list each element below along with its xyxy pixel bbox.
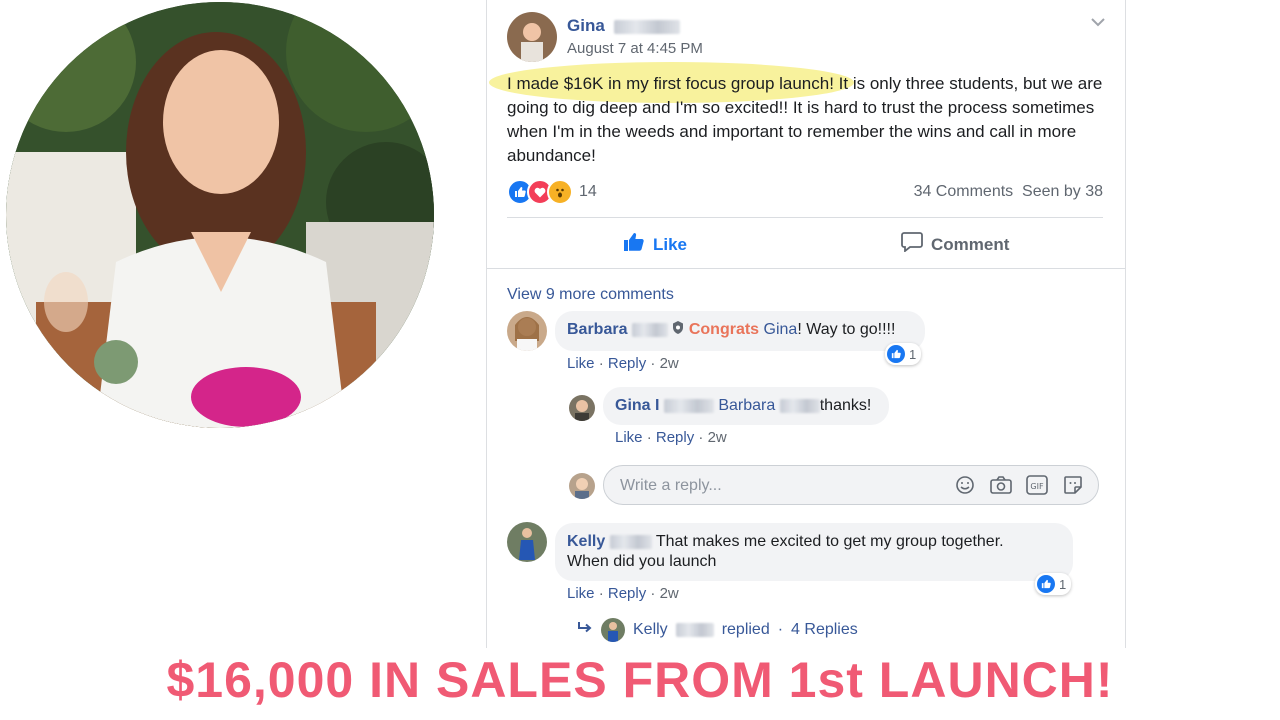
sticker-icon[interactable]	[1062, 474, 1084, 496]
divider	[507, 217, 1103, 218]
reply-time[interactable]: 2w	[708, 429, 727, 446]
gif-icon[interactable]: GIF	[1026, 474, 1048, 496]
like-icon	[1037, 575, 1055, 593]
wow-icon	[547, 179, 573, 205]
headline-banner: $16,000 IN SALES FROM 1st LAUNCH!	[166, 652, 1114, 708]
viewer-avatar	[569, 473, 595, 499]
comment-text: ! Way to go!!!!	[797, 321, 896, 338]
comment-time[interactable]: 2w	[660, 585, 679, 602]
commenter-name[interactable]: Kelly	[567, 533, 605, 550]
comment-button[interactable]: Comment	[901, 232, 1009, 257]
blurred-surname	[613, 19, 680, 34]
congrats-text: Congrats	[688, 321, 760, 338]
view-replies[interactable]: Kelly replied · 4 Replies	[577, 618, 858, 642]
blurred-surname	[779, 398, 820, 413]
mention-link[interactable]: Barbara	[718, 397, 775, 414]
commenter-name[interactable]: Barbara	[567, 321, 627, 338]
like-count: 1	[1059, 576, 1067, 592]
comment-icon	[901, 232, 923, 257]
post-timestamp[interactable]: August 7 at 4:45 PM	[567, 40, 703, 57]
badge-icon	[672, 321, 688, 338]
comment-text: When did you launch	[567, 553, 717, 570]
replies-count[interactable]: 4 Replies	[791, 621, 858, 639]
comment-text: That makes me excited to get my group to…	[655, 533, 1004, 550]
blurred-surname	[663, 398, 714, 413]
highlighted-text: I made $16K in my first focus group laun…	[507, 74, 849, 93]
comment-reply-link[interactable]: Reply	[608, 355, 646, 372]
post-text: I made $16K in my first focus group laun…	[507, 72, 1107, 168]
like-count: 1	[909, 346, 917, 362]
replied-text: replied	[721, 621, 770, 638]
camera-icon[interactable]	[990, 474, 1012, 496]
chevron-down-icon[interactable]	[1091, 14, 1105, 30]
post-stats: 34 Comments Seen by 38	[914, 183, 1103, 201]
reply-avatar[interactable]	[569, 395, 595, 421]
reply-input[interactable]: Write a reply... GIF	[603, 465, 1099, 505]
comment-like-link[interactable]: Like	[567, 585, 595, 602]
reaction-count: 14	[579, 183, 597, 200]
profile-photo	[6, 2, 434, 428]
like-icon	[887, 345, 905, 363]
reply-placeholder: Write a reply...	[620, 477, 722, 494]
reactions-summary[interactable]: 14	[507, 179, 597, 205]
blurred-surname	[609, 534, 652, 549]
comment-reply-link[interactable]: Reply	[608, 585, 646, 602]
facebook-post: Gina August 7 at 4:45 PM I made $16K in …	[486, 0, 1126, 648]
comment-like-link[interactable]: Like	[567, 355, 595, 372]
reply-reply-link[interactable]: Reply	[656, 429, 694, 446]
blurred-surname	[631, 322, 668, 337]
commenter-avatar[interactable]	[507, 522, 547, 562]
comment-like-count[interactable]: 1	[1035, 573, 1072, 595]
replier-name[interactable]: Kelly	[633, 621, 668, 639]
emoji-icon[interactable]	[954, 474, 976, 496]
replier-avatar	[601, 618, 625, 642]
reply-arrow-icon	[577, 621, 593, 640]
comment-actions: Like · Reply · 2w	[567, 355, 679, 372]
replies-separator: ·	[777, 621, 784, 638]
commenter-name[interactable]: Gina I	[615, 397, 659, 414]
divider	[487, 268, 1125, 269]
mention-link[interactable]: Gina	[764, 321, 798, 338]
author-name[interactable]: Gina	[567, 16, 680, 36]
like-button[interactable]: Like	[623, 232, 687, 257]
comment-bubble: Kelly That makes me excited to get my gr…	[555, 523, 1073, 581]
reply-bubble: Gina I Barbara thanks!	[603, 387, 889, 425]
comment-bubble: Barbara Congrats Gina! Way to go!!!!	[555, 311, 925, 351]
comments-count[interactable]: 34 Comments	[914, 183, 1014, 200]
comment-label: Comment	[931, 234, 1010, 254]
comment-text: thanks!	[819, 397, 872, 414]
author-avatar[interactable]	[507, 12, 557, 62]
reply-actions: Like · Reply · 2w	[615, 429, 727, 446]
commenter-avatar[interactable]	[507, 311, 547, 351]
blurred-surname	[675, 623, 714, 637]
reply-like-link[interactable]: Like	[615, 429, 643, 446]
like-label: Like	[653, 234, 688, 254]
seen-by[interactable]: Seen by 38	[1022, 183, 1103, 200]
comment-like-count[interactable]: 1	[885, 343, 922, 365]
comment-actions: Like · Reply · 2w	[567, 585, 679, 602]
view-more-comments[interactable]: View 9 more comments	[507, 286, 674, 304]
comment-time[interactable]: 2w	[660, 355, 679, 372]
thumbs-up-icon	[623, 232, 645, 257]
svg-text:GIF: GIF	[1030, 482, 1044, 491]
